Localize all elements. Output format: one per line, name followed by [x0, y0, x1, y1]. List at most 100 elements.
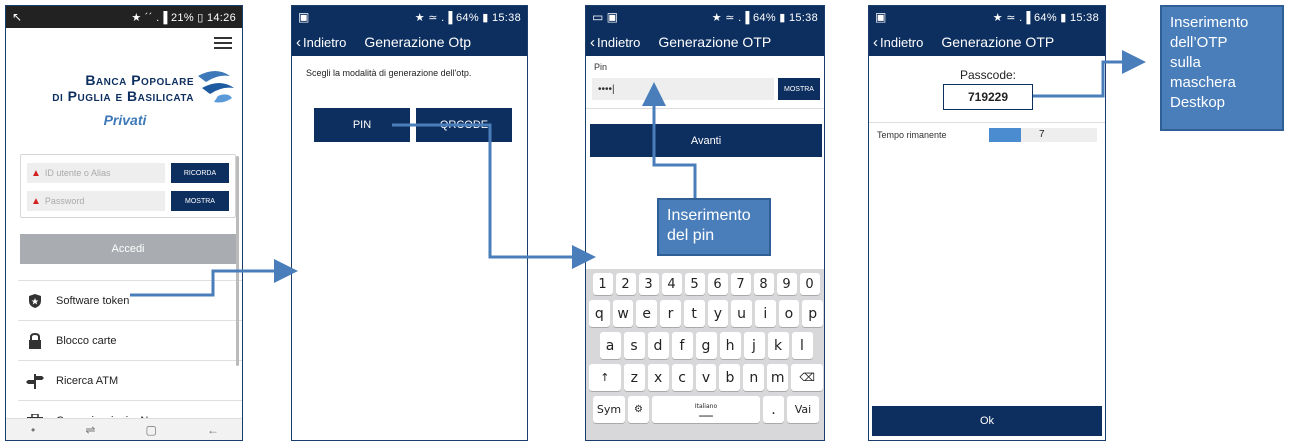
home-icon[interactable]: ▢: [146, 423, 157, 437]
passcode-value: 719229: [943, 84, 1033, 110]
key[interactable]: d: [647, 332, 669, 359]
key[interactable]: v: [695, 364, 717, 391]
menu-item-label: Ricerca ATM: [56, 374, 119, 387]
pin-input[interactable]: ••••|: [592, 78, 774, 100]
mostra-button[interactable]: MOSTRA: [171, 191, 229, 211]
callout-line: Inserimento: [667, 207, 751, 224]
key[interactable]: m: [767, 364, 789, 391]
status-right: ★ ≃ .▐ 64% ▮ 15:38: [992, 11, 1099, 24]
app-bar: ‹ Indietro Generazione Otp: [292, 28, 527, 56]
key[interactable]: 2: [615, 273, 636, 295]
scrollbar[interactable]: [236, 156, 239, 366]
go-key[interactable]: Vai: [787, 396, 819, 423]
key[interactable]: t: [683, 300, 705, 327]
key[interactable]: r: [660, 300, 681, 327]
nav-dot-icon[interactable]: •: [31, 423, 35, 437]
timer-progress-fill: [989, 128, 1022, 142]
key[interactable]: x: [647, 364, 669, 391]
android-nav-bar: • ⇌ ▢ ←: [6, 418, 242, 440]
back-button[interactable]: ‹ Indietro: [296, 35, 346, 50]
key[interactable]: c: [671, 364, 693, 391]
backspace-key[interactable]: ⌫: [791, 364, 824, 391]
ricorda-button[interactable]: RICORDA: [171, 163, 229, 183]
accedi-button[interactable]: Accedi: [20, 234, 236, 264]
key[interactable]: 6: [707, 273, 728, 295]
key[interactable]: z: [623, 364, 645, 391]
password-row: ▲ Password MOSTRA: [27, 191, 229, 211]
callout-inserimento-otp: Inserimento dell’OTP sulla maschera Dest…: [1160, 5, 1284, 131]
status-right: ★ ´´ .▐ 21% ▯ 14:26: [131, 11, 236, 24]
qrcode-button[interactable]: QRCODE: [416, 108, 512, 142]
status-bar: ▣ ★ ≃ .▐ 64% ▮ 15:38: [869, 6, 1105, 28]
login-form: ▲ ID utente o Alias RICORDA ▲ Password MOS…: [20, 154, 236, 218]
instruction-text: Scegli la modalità di generazione dell'o…: [306, 68, 472, 78]
key[interactable]: h: [719, 332, 741, 359]
language-label: Italiano: [694, 402, 718, 410]
status-bar: ▭ ▣ ★ ≃ .▐ 64% ▮ 15:38: [586, 6, 824, 28]
key[interactable]: 1: [592, 273, 613, 295]
key[interactable]: u: [731, 300, 752, 327]
warning-icon: ▲: [31, 195, 41, 207]
back-arrow-icon[interactable]: ←: [207, 423, 219, 437]
key[interactable]: y: [707, 300, 729, 327]
back-label: Indietro: [597, 34, 641, 50]
password-input[interactable]: ▲ Password: [27, 191, 165, 211]
signpost-icon: [26, 373, 44, 389]
settings-key-icon[interactable]: ⚙: [628, 396, 649, 423]
sym-key[interactable]: Sym: [593, 396, 625, 423]
user-id-input[interactable]: ▲ ID utente o Alias: [27, 163, 165, 183]
recent-apps-icon[interactable]: ⇌: [85, 423, 95, 437]
key[interactable]: f: [671, 332, 693, 359]
menu-item-label: Software token: [56, 294, 130, 307]
timer-progress-bar: 7: [989, 128, 1097, 142]
shift-key[interactable]: ↑: [588, 364, 621, 391]
avanti-button[interactable]: Avanti: [590, 124, 822, 157]
key[interactable]: l: [791, 332, 813, 359]
user-id-placeholder: ID utente o Alias: [44, 168, 111, 178]
key[interactable]: i: [754, 300, 776, 327]
key[interactable]: o: [778, 300, 800, 327]
period-key[interactable]: .: [763, 396, 784, 423]
key[interactable]: q: [588, 300, 610, 327]
key[interactable]: 4: [661, 273, 682, 295]
lock-icon: [26, 332, 44, 349]
page-title: Generazione Otp: [364, 34, 471, 50]
key[interactable]: n: [743, 364, 765, 391]
key[interactable]: j: [743, 332, 765, 359]
ok-button[interactable]: Ok: [872, 406, 1102, 436]
key[interactable]: 9: [776, 273, 797, 295]
key[interactable]: a: [599, 332, 621, 359]
key[interactable]: g: [695, 332, 717, 359]
key[interactable]: w: [612, 300, 634, 327]
key[interactable]: 8: [753, 273, 774, 295]
timer-value: 7: [1039, 129, 1045, 140]
key[interactable]: k: [767, 332, 789, 359]
keyboard-row-numbers: 1 2 3 4 5 6 7 8 9 0: [589, 273, 823, 295]
settings-sliders-icon[interactable]: [214, 34, 232, 52]
menu-item-ricerca-atm[interactable]: Ricerca ATM: [18, 360, 242, 400]
menu-item-blocco-carte[interactable]: Blocco carte: [18, 320, 242, 360]
space-key[interactable]: Italiano ▁▁▁: [652, 396, 760, 423]
callout-inserimento-pin: Inserimento del pin: [657, 198, 771, 256]
key[interactable]: 5: [684, 273, 705, 295]
mostra-button[interactable]: MOSTRA: [778, 78, 820, 100]
menu-item-software-token[interactable]: Software token: [18, 280, 242, 320]
back-button[interactable]: ‹ Indietro: [873, 35, 923, 50]
app-bar: ‹ Indietro Generazione OTP: [586, 28, 824, 56]
key[interactable]: b: [719, 364, 741, 391]
status-bar: ↖ ★ ´´ .▐ 21% ▯ 14:26: [6, 6, 242, 28]
keyboard-row-3: ↑ z x c v b n m ⌫: [588, 364, 824, 391]
tempo-label: Tempo rimanente: [877, 130, 947, 140]
divider: [586, 108, 824, 109]
key[interactable]: 0: [799, 273, 820, 295]
key[interactable]: 7: [730, 273, 751, 295]
gallery-icon: ▣: [875, 10, 887, 24]
chevron-left-icon: ‹: [873, 33, 878, 51]
pin-button[interactable]: PIN: [314, 108, 410, 142]
key[interactable]: e: [636, 300, 658, 327]
key[interactable]: p: [802, 300, 824, 327]
key[interactable]: 3: [638, 273, 659, 295]
app-bar: ‹ Indietro Generazione OTP: [869, 28, 1105, 56]
back-button[interactable]: ‹ Indietro: [590, 35, 640, 50]
key[interactable]: s: [623, 332, 645, 359]
